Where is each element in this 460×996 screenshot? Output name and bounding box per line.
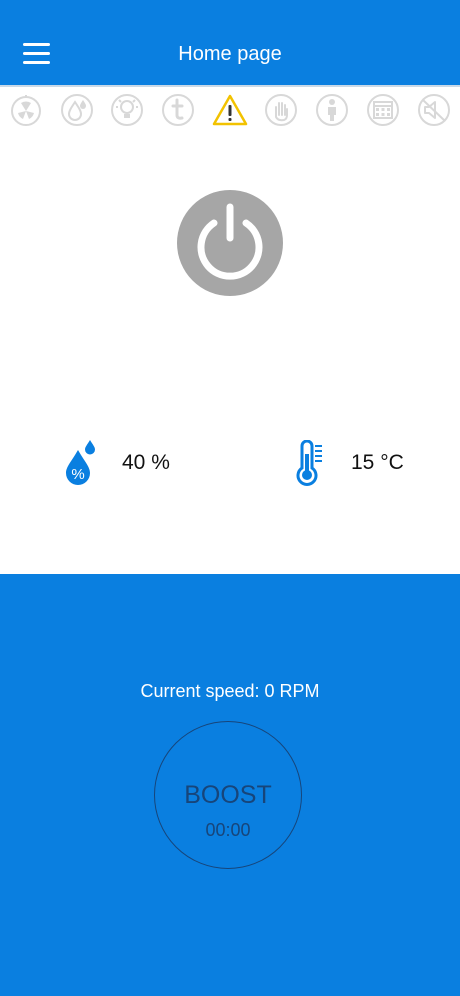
humidity-drop-icon[interactable] (60, 93, 94, 127)
boost-button[interactable]: BOOST 00:00 (154, 721, 302, 869)
warning-icon[interactable] (212, 93, 248, 127)
temperature-sensor: 15 °C (296, 440, 426, 486)
page-title: Home page (178, 43, 282, 65)
temperature-t-icon[interactable] (161, 93, 195, 127)
calendar-icon[interactable] (366, 93, 400, 127)
humidity-sensor: % 40 % (64, 440, 194, 486)
humidity-value: 40 % (122, 451, 170, 474)
humidity-percent-icon: % (66, 440, 95, 485)
svg-text:%: % (71, 466, 84, 483)
temperature-value: 15 °C (351, 451, 404, 474)
header-divider (0, 85, 460, 87)
fan-control-panel: Current speed: 0 RPM BOOST 00:00 (0, 574, 460, 996)
thermometer-icon (296, 440, 322, 486)
hand-icon[interactable] (264, 93, 298, 127)
light-bulb-icon[interactable] (110, 93, 144, 127)
current-speed-label: Current speed: 0 RPM (140, 681, 320, 701)
person-icon[interactable] (315, 93, 349, 127)
boost-timer: 00:00 (205, 820, 251, 840)
timer-fan-icon[interactable] (9, 93, 43, 127)
power-button[interactable] (177, 190, 283, 296)
app-header: Home page (0, 0, 460, 85)
power-icon (177, 190, 283, 296)
status-icon-row (0, 90, 460, 130)
mute-icon[interactable] (417, 93, 451, 127)
boost-label: BOOST (184, 781, 272, 809)
